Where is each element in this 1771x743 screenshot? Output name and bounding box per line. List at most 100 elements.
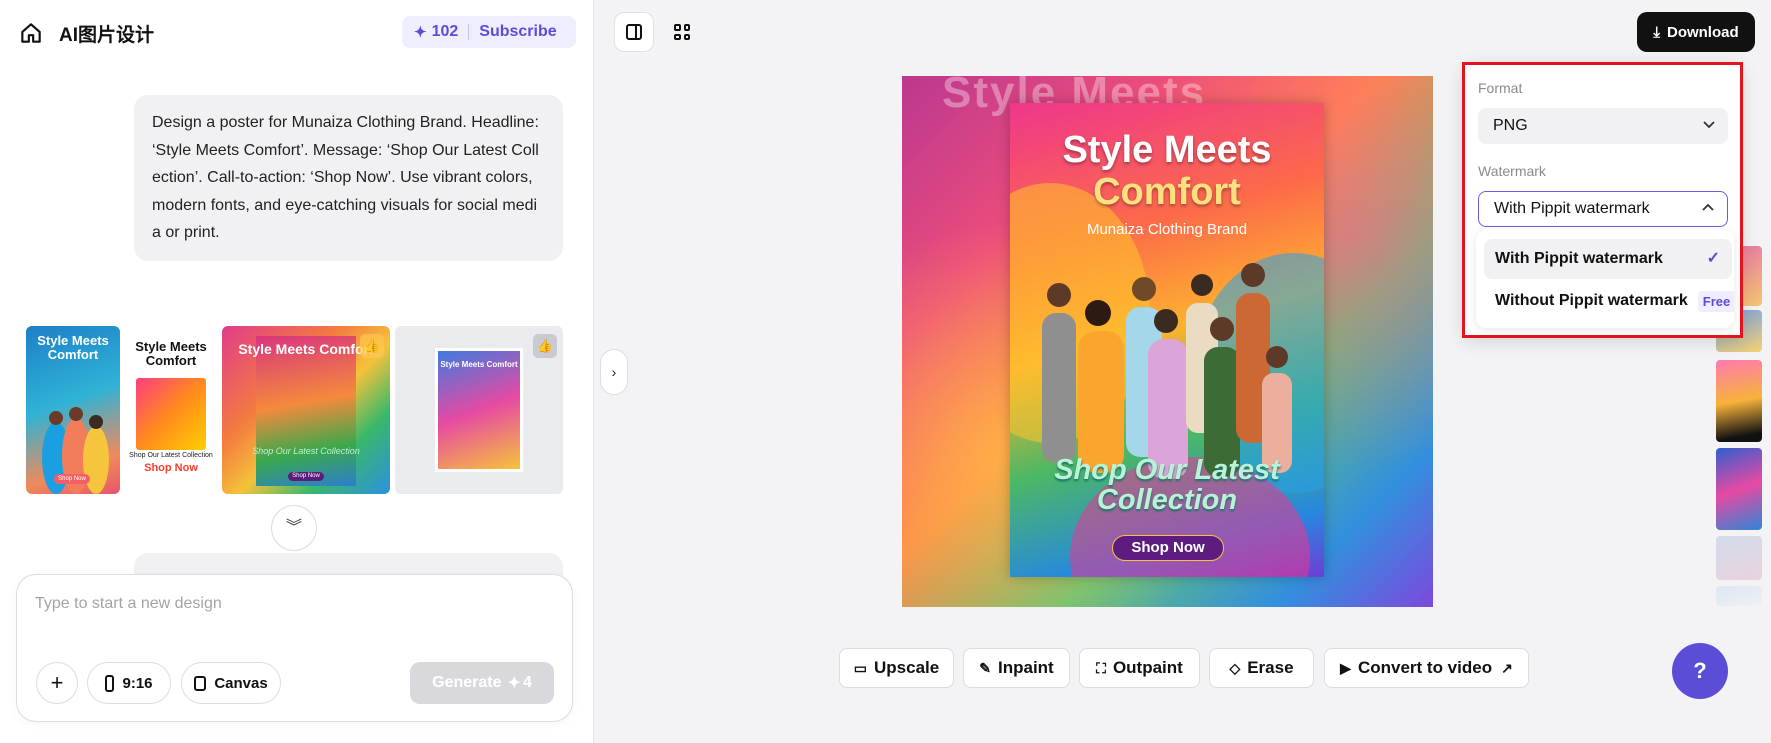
version-thumbnail[interactable] (1716, 536, 1762, 580)
expand-icon: ⛶ (1096, 659, 1106, 676)
erase-label: Erase (1247, 658, 1294, 677)
download-settings-menu: Format PNG Watermark With Pippit waterma… (1462, 62, 1743, 338)
expand-more-button[interactable]: ︾ (271, 505, 317, 551)
single-view-button[interactable] (614, 12, 654, 52)
result-thumbnail-2[interactable]: Style Meets Comfort Shop Our Latest Coll… (122, 326, 220, 494)
design-canvas[interactable]: Style Meets Style Meets Comfort Munaiza … (902, 76, 1433, 607)
thumbnail-subtitle: Shop Our Latest Collection (129, 452, 213, 459)
poster-headline-line1: Style Meets (1062, 129, 1272, 171)
result-thumbnail-4[interactable]: Style Meets Comfort 👍 (395, 326, 563, 494)
grid-icon (674, 24, 690, 40)
phone-icon (105, 674, 115, 692)
thumbnail-title: Style Meets Comfort (440, 360, 518, 369)
view-toolbar (614, 12, 702, 52)
prompt-composer: Type to start a new design + 9:16 Canvas… (16, 574, 573, 722)
download-icon: ⤓ (1653, 23, 1660, 41)
inpaint-label: Inpaint (998, 658, 1054, 677)
version-thumbnail[interactable] (1716, 448, 1762, 530)
external-link-icon: ↗ (1501, 659, 1513, 676)
sparkle-icon: ✦ (507, 675, 521, 692)
help-button[interactable]: ? (1672, 643, 1728, 699)
thumbnail-cta: Shop Now (54, 474, 90, 484)
generate-cost: 4 (522, 674, 532, 691)
thumbnail-title: Style Meets Comfort (37, 333, 109, 362)
prompt-input[interactable]: Type to start a new design (35, 595, 222, 613)
home-icon[interactable] (18, 20, 44, 46)
canvas-icon (194, 675, 207, 691)
format-select[interactable]: PNG (1478, 108, 1728, 144)
thumbnail-cta: Shop Now (144, 462, 198, 474)
format-label: Format (1478, 80, 1523, 96)
outpaint-button[interactable]: ⛶ Outpaint (1079, 648, 1200, 688)
poster-headline-line2: Comfort (1093, 171, 1241, 213)
brush-icon: ✎ (979, 659, 991, 676)
aspect-ratio-label: 9:16 (122, 674, 153, 692)
version-thumbnail[interactable] (1716, 360, 1762, 442)
canvas-button[interactable]: Canvas (181, 662, 281, 704)
option-label: Without Pippit watermark (1495, 292, 1688, 309)
credits-count: 102 (431, 23, 459, 40)
convert-to-video-button[interactable]: ▶ Convert to video ↗ (1324, 648, 1529, 688)
thumbnail-artwork (136, 378, 206, 450)
convert-to-video-label: Convert to video (1357, 658, 1493, 677)
chat-panel: AI图片设计 ✦ 102 Subscribe Design a poster f… (0, 0, 594, 743)
eraser-icon: ◇ (1229, 659, 1241, 676)
thumbnail-cta: Shop Now (288, 472, 324, 481)
thumbnail-subtitle: Shop Our Latest Collection (252, 446, 360, 456)
sparkle-icon: ✦ (414, 24, 427, 41)
upscale-label: Upscale (874, 658, 940, 677)
thumbnail-artwork (256, 336, 356, 486)
app-title: AI图片设计 (59, 25, 155, 46)
thumbs-up-icon[interactable]: 👍 (360, 334, 384, 358)
poster-cta: Shop Now (1112, 535, 1224, 561)
format-value: PNG (1493, 117, 1528, 134)
user-prompt-bubble: Design a poster for Munaiza Clothing Bra… (134, 95, 563, 261)
thumbs-up-icon[interactable]: 👍 (533, 334, 557, 358)
chevron-right-icon: › (611, 364, 617, 380)
option-without-watermark[interactable]: Without Pippit watermark Free t (1484, 281, 1734, 321)
poster-tagline-line1: Shop Our Latest (1054, 454, 1280, 486)
plus-icon: + (50, 670, 64, 695)
outpaint-label: Outpaint (1112, 658, 1183, 677)
poster-tagline: Shop Our Latest Collection (1010, 455, 1324, 515)
download-label: Download (1666, 23, 1739, 41)
generate-button[interactable]: Generate ✦ 4 (410, 662, 554, 704)
hd-icon: ▭ (853, 659, 868, 676)
option-with-watermark[interactable]: With Pippit watermark ✓ (1484, 239, 1732, 279)
free-trial-badge: Free t (1697, 290, 1734, 312)
aspect-ratio-button[interactable]: 9:16 (87, 662, 171, 704)
result-thumbnail-3[interactable]: Style Meets Comfort Shop Our Latest Coll… (222, 326, 390, 494)
generate-label: Generate (432, 674, 502, 691)
subscribe-link[interactable]: Subscribe (479, 23, 556, 41)
version-thumbnail[interactable] (1716, 586, 1762, 606)
poster-tagline-line2: Collection (1096, 484, 1238, 516)
thumbnail-title: Style Meets Comfort (135, 339, 207, 368)
inpaint-button[interactable]: ✎ Inpaint (963, 648, 1070, 688)
divider (468, 24, 470, 40)
watermark-select[interactable]: With Pippit watermark (1478, 191, 1728, 227)
chevron-down-icon (1702, 117, 1716, 134)
question-icon: ? (1693, 658, 1707, 683)
watermark-label: Watermark (1478, 163, 1546, 179)
chevron-up-icon (1701, 201, 1715, 218)
upscale-button[interactable]: ▭ Upscale (839, 648, 954, 688)
collapse-panel-button[interactable]: › (600, 349, 628, 395)
video-icon: ▶ (1340, 659, 1351, 676)
canvas-label: Canvas (214, 674, 268, 692)
checkmark-icon: ✓ (1706, 250, 1720, 267)
download-button[interactable]: ⤓ Download (1637, 12, 1755, 52)
poster-headline: Style Meets Comfort (1010, 129, 1324, 213)
poster-image: Style Meets Comfort Munaiza Clothing Bra… (1010, 103, 1324, 577)
result-thumbnail-1[interactable]: Style Meets Comfort Shop Now (26, 326, 120, 494)
poster-brand: Munaiza Clothing Brand (1086, 221, 1248, 238)
watermark-value: With Pippit watermark (1494, 200, 1650, 217)
grid-view-button[interactable] (662, 12, 702, 52)
option-label: With Pippit watermark (1495, 250, 1663, 267)
fashion-models-illustration (1042, 263, 1292, 479)
double-chevron-down-icon: ︾ (285, 519, 302, 536)
add-attachment-button[interactable]: + (36, 662, 78, 704)
side-panel-icon (626, 24, 642, 40)
erase-button[interactable]: ◇ Erase (1209, 648, 1314, 688)
watermark-options-list: With Pippit watermark ✓ Without Pippit w… (1476, 230, 1734, 328)
credits-badge[interactable]: ✦ 102 Subscribe (402, 16, 576, 48)
